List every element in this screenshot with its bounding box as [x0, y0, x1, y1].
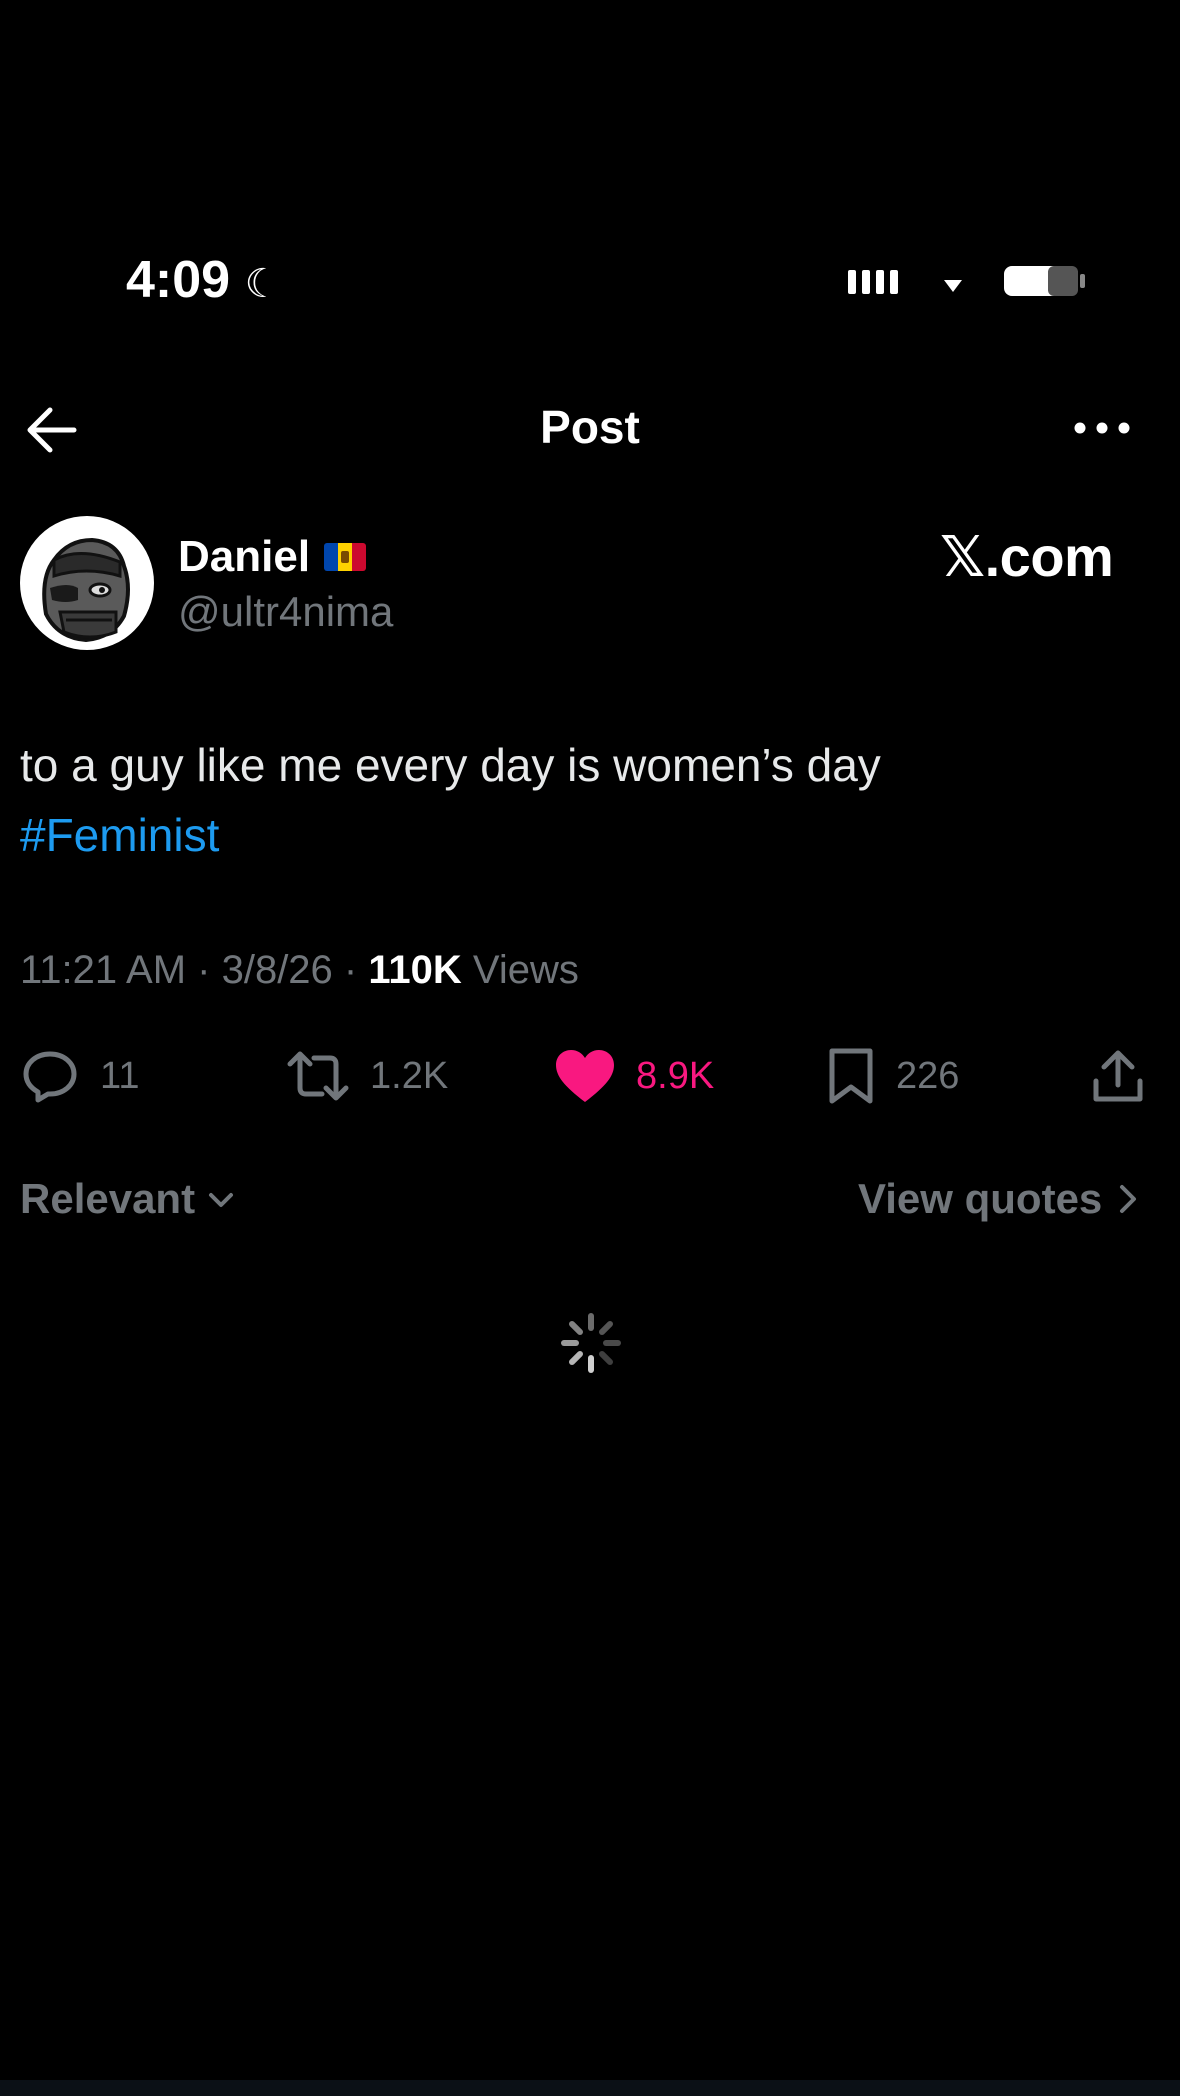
heart-icon [556, 1050, 614, 1102]
repost-count: 1.2K [370, 1054, 449, 1097]
share-icon [1093, 1050, 1143, 1102]
wifi-icon [944, 280, 962, 292]
bottom-edge [0, 2080, 1180, 2096]
repost-icon [287, 1051, 349, 1101]
post-text: to a guy like me every day is women’s da… [20, 730, 1150, 870]
moon-icon: ☾ [244, 262, 281, 306]
loading-spinner [560, 1312, 622, 1374]
chevron-down-icon [209, 1193, 234, 1207]
x-watermark: 𝕏.com [940, 525, 1114, 588]
status-indicators [848, 262, 1088, 302]
reply-button[interactable]: 11 [20, 1044, 139, 1108]
like-button[interactable]: 8.9K [554, 1044, 714, 1108]
more-icon [1074, 422, 1130, 434]
battery-icon [1004, 266, 1085, 296]
views-label[interactable]: Views [462, 948, 579, 992]
bookmark-button[interactable]: 226 [826, 1044, 959, 1108]
author-name-row[interactable]: Daniel [178, 528, 367, 586]
reply-count: 11 [100, 1054, 140, 1097]
views-count[interactable]: 110K [368, 948, 461, 992]
sort-dropdown[interactable]: Relevant [20, 1170, 237, 1228]
hashtag-link[interactable]: #Feminist [20, 800, 1150, 870]
chevron-right-icon [1120, 1185, 1137, 1213]
post-timestamp: 11:21 AM · 3/8/26 · [20, 948, 369, 992]
page-title: Post [540, 401, 640, 453]
repost-button[interactable]: 1.2K [286, 1044, 448, 1108]
bookmark-count: 226 [896, 1054, 960, 1097]
signal-icon [848, 270, 898, 294]
author-name[interactable]: Daniel [178, 530, 310, 584]
status-time: 4:09 ☾ [126, 254, 280, 310]
like-count: 8.9K [636, 1054, 715, 1097]
view-quotes-label: View quotes [858, 1175, 1103, 1222]
view-quotes-link[interactable]: View quotes [858, 1170, 1140, 1228]
post-body: to a guy like me every day is women’s da… [20, 739, 881, 791]
post-meta: 11:21 AM · 3/8/26 · 110K Views [20, 942, 579, 998]
avatar[interactable] [20, 516, 154, 650]
loading-spinner-icon [561, 1313, 621, 1373]
more-button[interactable] [1070, 412, 1134, 444]
moldova-flag-icon [324, 543, 367, 571]
share-button[interactable] [1090, 1044, 1146, 1108]
bookmark-icon [829, 1048, 873, 1104]
author-handle[interactable]: @ultr4nima [178, 584, 393, 640]
status-time-text: 4:09 [126, 251, 231, 309]
reply-icon [23, 1051, 77, 1103]
sort-label: Relevant [20, 1175, 196, 1222]
